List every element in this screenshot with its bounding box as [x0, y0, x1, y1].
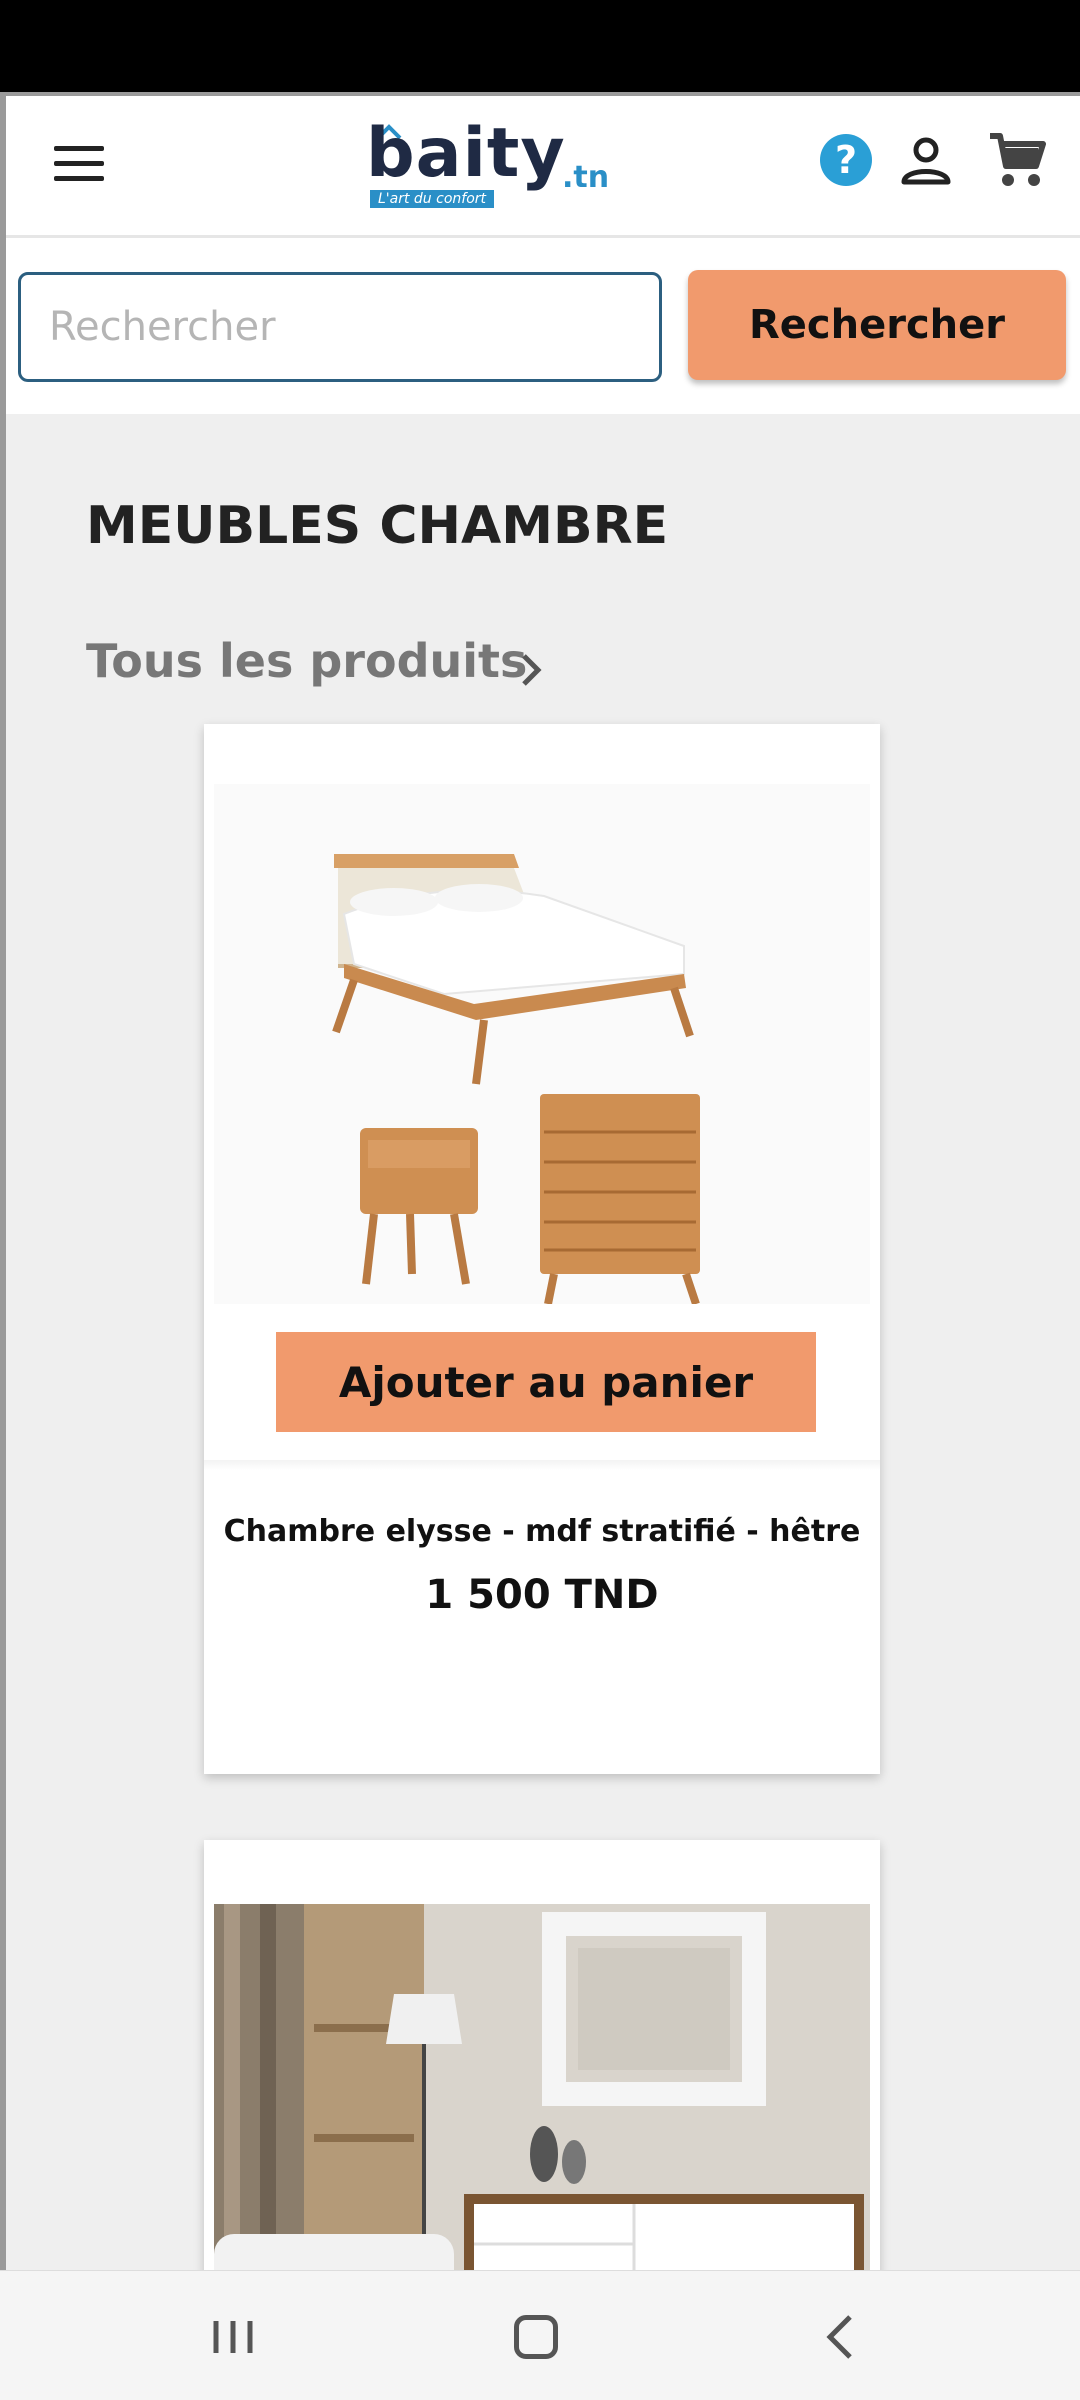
product-price: 1 500 TND — [425, 1572, 659, 1618]
app-screen: baity .tn L'art du confort ? Rechercher … — [0, 92, 1080, 2270]
card-divider — [204, 1460, 880, 1470]
search-button[interactable]: Rechercher — [688, 270, 1066, 380]
product-card[interactable] — [204, 1840, 880, 2270]
status-bar — [0, 0, 1080, 92]
user-icon[interactable] — [898, 132, 954, 188]
recent-apps-icon[interactable] — [208, 2317, 258, 2357]
product-image[interactable] — [214, 784, 870, 1304]
search-input[interactable] — [18, 272, 662, 382]
add-to-cart-button[interactable]: Ajouter au panier — [276, 1332, 816, 1432]
header: baity .tn L'art du confort ? — [6, 92, 1080, 238]
page-title: MEUBLES CHAMBRE — [86, 496, 669, 556]
system-navigation-bar — [0, 2270, 1080, 2400]
logo-tld: .tn — [562, 160, 610, 195]
back-icon[interactable] — [820, 2311, 860, 2363]
product-image[interactable] — [214, 1904, 870, 2270]
logo-tagline: L'art du confort — [370, 190, 495, 208]
help-icon[interactable]: ? — [820, 134, 872, 186]
logo-word: baity — [366, 114, 566, 193]
product-card[interactable]: Ajouter au panier Chambre elysse - mdf s… — [204, 724, 880, 1774]
logo[interactable]: baity .tn L'art du confort — [366, 114, 611, 210]
cart-icon[interactable] — [986, 130, 1048, 190]
chevron-right-icon[interactable] — [516, 650, 546, 690]
all-products-link[interactable]: Tous les produits — [86, 634, 527, 688]
product-name[interactable]: Chambre elysse - mdf stratifié - hêtre — [204, 1514, 880, 1549]
menu-icon[interactable] — [54, 146, 104, 186]
search-bar: Rechercher — [6, 238, 1080, 414]
home-icon[interactable] — [514, 2315, 558, 2359]
